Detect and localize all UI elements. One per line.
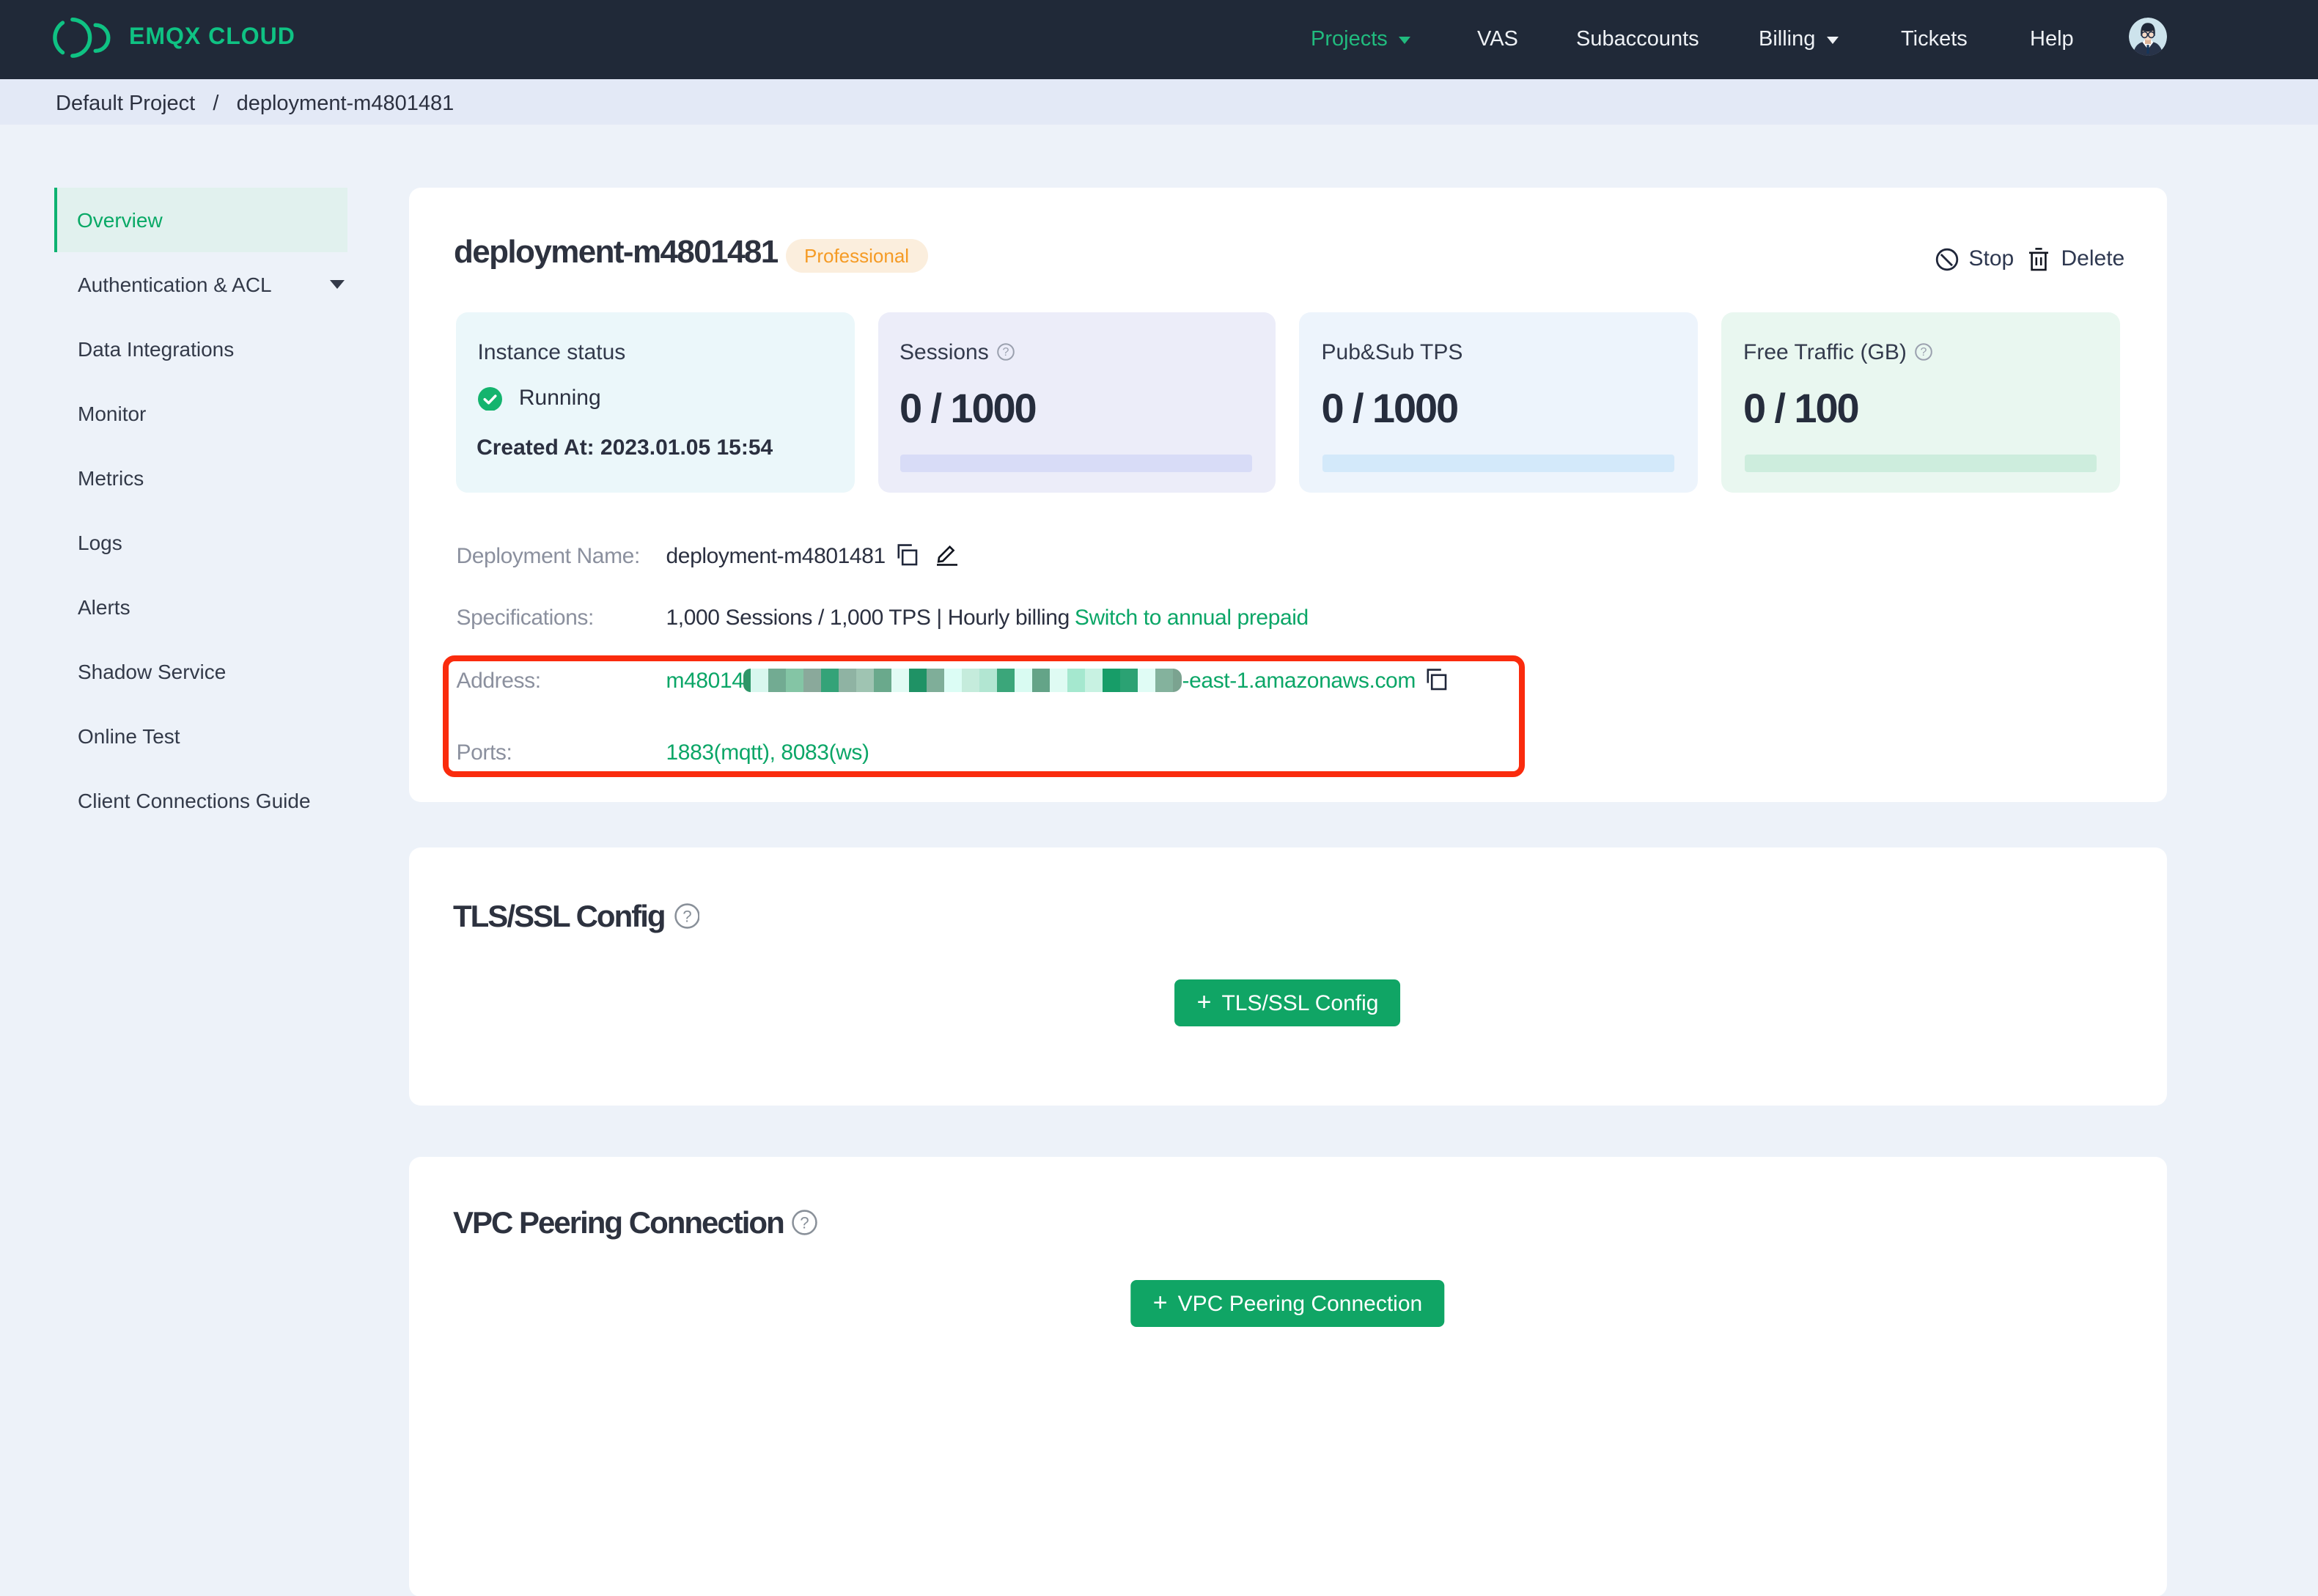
svg-text:?: ? <box>1003 346 1009 358</box>
svg-text:?: ? <box>682 907 691 925</box>
svg-text:?: ? <box>1921 346 1927 358</box>
svg-text:?: ? <box>801 1213 809 1232</box>
